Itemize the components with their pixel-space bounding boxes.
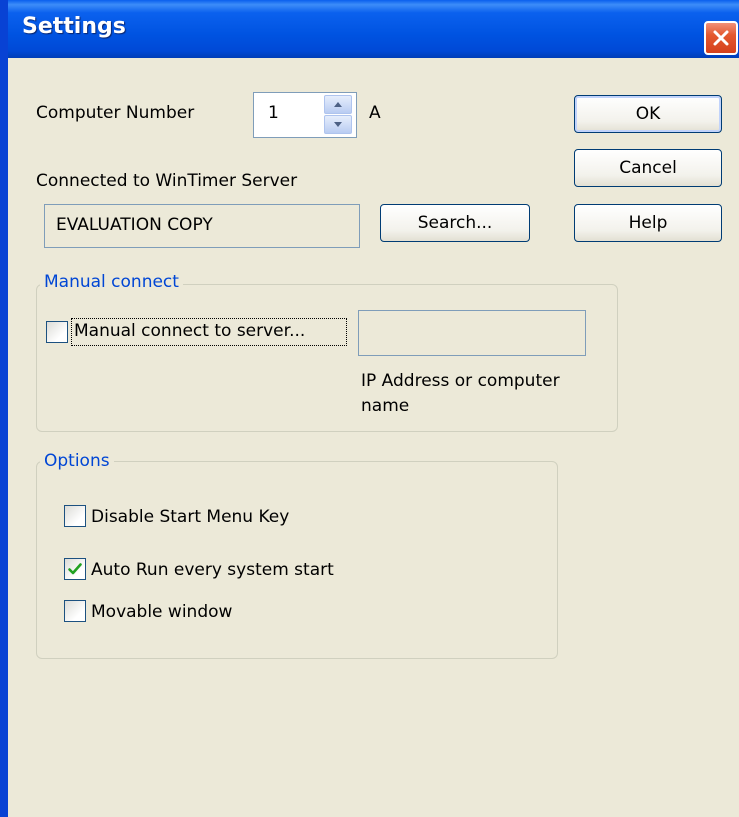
ip-address-caption-line1: IP Address or computer bbox=[361, 371, 560, 391]
movable-window-checkbox[interactable] bbox=[64, 600, 86, 622]
help-button[interactable]: Help bbox=[574, 204, 722, 242]
checkmark-icon bbox=[68, 563, 82, 575]
close-icon bbox=[713, 30, 729, 46]
ok-button[interactable]: OK bbox=[574, 95, 722, 133]
computer-number-spinner[interactable]: 1 bbox=[253, 92, 357, 138]
ip-address-input[interactable] bbox=[358, 310, 586, 356]
close-button[interactable] bbox=[704, 21, 738, 55]
spin-down-button[interactable] bbox=[324, 115, 352, 134]
manual-connect-label[interactable]: Manual connect to server... bbox=[74, 321, 305, 341]
arrow-down-icon bbox=[334, 122, 342, 127]
options-title: Options bbox=[40, 451, 114, 471]
title-bar[interactable]: Settings bbox=[8, 0, 739, 58]
manual-connect-group bbox=[36, 284, 618, 432]
ip-address-caption-line2: name bbox=[361, 396, 410, 416]
cancel-button[interactable]: Cancel bbox=[574, 149, 722, 187]
disable-start-menu-label[interactable]: Disable Start Menu Key bbox=[91, 507, 289, 527]
movable-window-label[interactable]: Movable window bbox=[91, 602, 232, 622]
search-button[interactable]: Search... bbox=[380, 204, 530, 242]
server-value: EVALUATION COPY bbox=[56, 215, 213, 235]
auto-run-label[interactable]: Auto Run every system start bbox=[91, 560, 334, 580]
manual-connect-checkbox[interactable] bbox=[46, 321, 68, 343]
manual-connect-title: Manual connect bbox=[40, 272, 183, 292]
window-title: Settings bbox=[22, 14, 126, 39]
settings-dialog: Settings Computer Number 1 A OK Cancel H… bbox=[0, 0, 739, 817]
server-label: Connected to WinTimer Server bbox=[36, 171, 298, 191]
arrow-up-icon bbox=[334, 102, 342, 107]
server-field: EVALUATION COPY bbox=[44, 204, 360, 248]
computer-number-suffix: A bbox=[369, 103, 381, 123]
spin-up-button[interactable] bbox=[324, 95, 352, 114]
computer-number-label: Computer Number bbox=[36, 103, 195, 123]
computer-number-value[interactable]: 1 bbox=[268, 103, 279, 123]
auto-run-checkbox[interactable] bbox=[64, 558, 86, 580]
disable-start-menu-checkbox[interactable] bbox=[64, 505, 86, 527]
